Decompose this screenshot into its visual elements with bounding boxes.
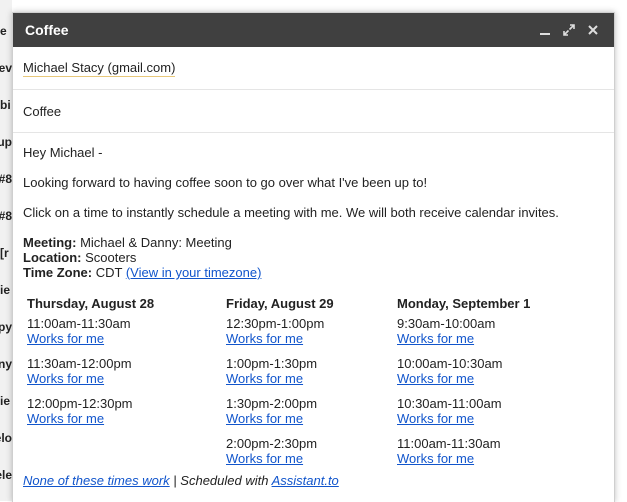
location-label: Location: xyxy=(23,250,82,265)
time-slot: 11:30am-12:00pm Works for me xyxy=(27,356,154,396)
slot-time: 1:30pm-2:00pm xyxy=(226,396,318,411)
background-text-fragment: any xyxy=(0,357,12,371)
background-text-fragment: ev xyxy=(0,61,12,75)
close-icon[interactable] xyxy=(582,19,604,41)
slot-time: 1:00pm-1:30pm xyxy=(226,356,318,371)
time-slot: 10:00am-10:30am Works for me xyxy=(397,356,530,396)
background-text-fragment: ie xyxy=(0,394,11,408)
compose-window: Coffee Michael Stacy (gmail.com) Coffee … xyxy=(12,12,615,502)
background-text-fragment: up xyxy=(0,135,12,149)
works-for-me-link[interactable]: Works for me xyxy=(397,411,474,426)
window-title: Coffee xyxy=(25,22,69,38)
slot-time: 9:30am-10:00am xyxy=(397,316,496,331)
time-slot: 9:30am-10:00am Works for me xyxy=(397,316,530,356)
works-for-me-link[interactable]: Works for me xyxy=(397,451,474,466)
time-slot: 11:00am-11:30am Works for me xyxy=(27,316,154,356)
works-for-me-link[interactable]: Works for me xyxy=(27,331,104,346)
background-text-fragment: #8 xyxy=(0,172,12,186)
meeting-value: Michael & Danny: Meeting xyxy=(76,235,232,250)
time-slot: 1:30pm-2:00pm Works for me xyxy=(226,396,334,436)
background-text-fragment: ie xyxy=(0,283,11,297)
day-heading: Friday, August 29 xyxy=(226,296,334,311)
timezone-label: Time Zone: xyxy=(23,265,93,280)
popout-icon[interactable] xyxy=(558,19,580,41)
day-column: Thursday, August 28 11:00am-11:30am Work… xyxy=(27,296,154,436)
schedule-grid: Thursday, August 28 11:00am-11:30am Work… xyxy=(23,296,604,471)
slot-time: 11:00am-11:30am xyxy=(397,436,501,451)
slot-time: 10:00am-10:30am xyxy=(397,356,503,371)
day-column: Friday, August 29 12:30pm-1:00pm Works f… xyxy=(226,296,334,476)
time-slot: 10:30am-11:00am Works for me xyxy=(397,396,530,436)
background-text-fragment: r] xyxy=(0,246,9,260)
view-timezone-link[interactable]: (View in your timezone) xyxy=(126,265,262,280)
meeting-label: Meeting: xyxy=(23,235,77,250)
works-for-me-link[interactable]: Works for me xyxy=(226,411,303,426)
slot-time: 2:00pm-2:30pm xyxy=(226,436,318,451)
instruction-line: Click on a time to instantly schedule a … xyxy=(23,205,559,220)
slot-time: 11:00am-11:30am xyxy=(27,316,131,331)
works-for-me-link[interactable]: Works for me xyxy=(397,371,474,386)
slot-time: 12:30pm-1:00pm xyxy=(226,316,325,331)
recipient-chip[interactable]: Michael Stacy (gmail.com) xyxy=(23,60,176,77)
works-for-me-link[interactable]: Works for me xyxy=(27,411,104,426)
time-slot: 2:00pm-2:30pm Works for me xyxy=(226,436,334,476)
background-text-fragment: py xyxy=(0,320,12,334)
subject-field[interactable]: Coffee xyxy=(23,104,61,119)
background-inbox-strip: e ev bi up #8 #8 r] ie py any ie elo ele xyxy=(0,0,12,501)
day-column: Monday, September 1 9:30am-10:00am Works… xyxy=(397,296,530,476)
works-for-me-link[interactable]: Works for me xyxy=(397,331,474,346)
background-text-fragment: #8 xyxy=(0,209,12,223)
day-heading: Monday, September 1 xyxy=(397,296,531,311)
meeting-details: Meeting: Michael & Danny: Meeting Locati… xyxy=(23,235,604,280)
background-text-fragment: ele xyxy=(0,468,12,482)
location-value: Scooters xyxy=(81,250,137,265)
slot-time: 12:00pm-12:30pm xyxy=(27,396,133,411)
greeting: Hey Michael - xyxy=(23,145,103,160)
time-slot: 12:30pm-1:00pm Works for me xyxy=(226,316,334,356)
works-for-me-link[interactable]: Works for me xyxy=(226,371,303,386)
background-text-fragment: bi xyxy=(0,98,11,112)
recipients-row[interactable]: Michael Stacy (gmail.com) xyxy=(13,47,614,90)
time-slot: 11:00am-11:30am Works for me xyxy=(397,436,530,476)
none-of-these-times-link[interactable]: None of these times work xyxy=(23,473,170,488)
subject-row[interactable]: Coffee xyxy=(13,90,614,133)
works-for-me-link[interactable]: Works for me xyxy=(226,331,303,346)
works-for-me-link[interactable]: Works for me xyxy=(27,371,104,386)
works-for-me-link[interactable]: Works for me xyxy=(226,451,303,466)
message-body[interactable]: Hey Michael - Looking forward to having … xyxy=(13,133,614,489)
time-slot: 12:00pm-12:30pm Works for me xyxy=(27,396,154,436)
compose-titlebar[interactable]: Coffee xyxy=(13,13,614,47)
time-slot: 1:00pm-1:30pm Works for me xyxy=(226,356,334,396)
slot-time: 10:30am-11:00am xyxy=(397,396,502,411)
minimize-icon[interactable] xyxy=(534,19,556,41)
background-text-fragment: elo xyxy=(0,431,12,445)
day-heading: Thursday, August 28 xyxy=(27,296,155,311)
slot-time: 11:30am-12:00pm xyxy=(27,356,132,371)
intro-line: Looking forward to having coffee soon to… xyxy=(23,175,428,190)
background-text-fragment: e xyxy=(0,24,7,38)
timezone-value: CDT xyxy=(92,265,126,280)
